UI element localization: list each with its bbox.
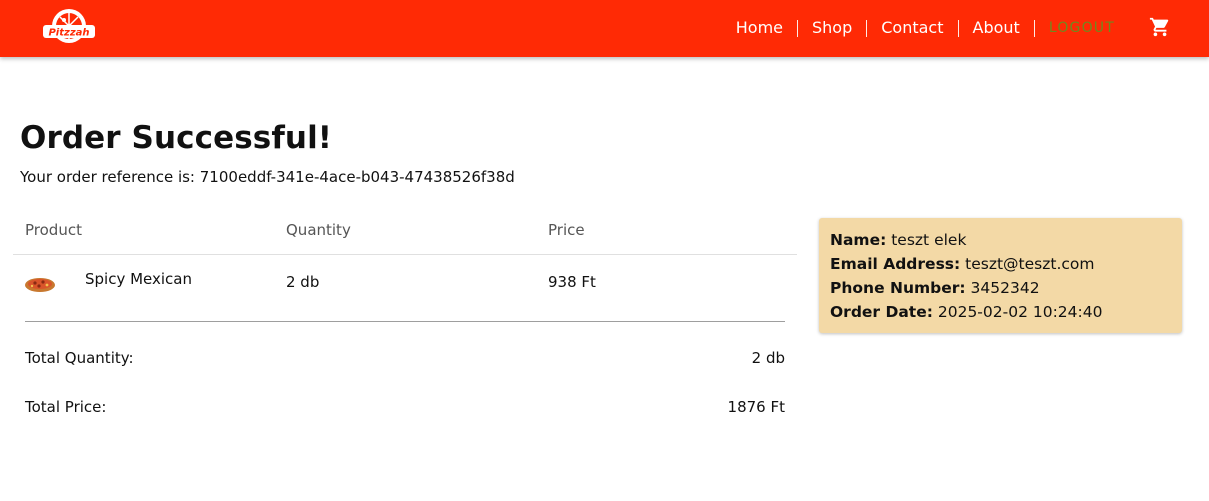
total-price-label: Total Price: <box>25 398 107 416</box>
order-date: Order Date: 2025-02-02 10:24:40 <box>830 303 1103 321</box>
page-title: Order Successful! <box>20 120 333 156</box>
header-quantity: Quantity <box>286 221 351 239</box>
total-quantity-label: Total Quantity: <box>25 349 134 367</box>
pitzzah-logo[interactable]: Pitzzah <box>40 6 98 48</box>
divider <box>25 321 785 322</box>
nav-shop[interactable]: Shop <box>798 19 866 37</box>
top-navbar: Pitzzah Home Shop Contact About LOGOUT <box>0 0 1209 57</box>
logo-text: Pitzzah <box>48 28 89 39</box>
nav-home[interactable]: Home <box>722 19 797 37</box>
product-name: Spicy Mexican <box>85 270 192 288</box>
total-quantity-value: 2 db <box>751 349 785 367</box>
customer-info-card: Name: teszt elek Email Address: teszt@te… <box>819 218 1182 333</box>
total-price-value: 1876 Ft <box>727 398 785 416</box>
customer-name: Name: teszt elek <box>830 231 967 249</box>
logout-button[interactable]: LOGOUT <box>1035 19 1129 37</box>
nav-separator <box>957 19 959 37</box>
customer-email: Email Address: teszt@teszt.com <box>830 255 1095 273</box>
nav-about[interactable]: About <box>959 19 1034 37</box>
order-reference: Your order reference is: 7100eddf-341e-4… <box>20 168 515 186</box>
total-quantity-row: Total Quantity: 2 db <box>25 349 785 367</box>
nav-menu: Home Shop Contact About LOGOUT <box>722 17 1209 39</box>
reference-label: Your order reference is: <box>20 168 195 186</box>
product-quantity: 2 db <box>286 273 320 291</box>
nav-separator <box>866 19 868 37</box>
pizza-thumbnail <box>25 278 55 292</box>
header-product: Product <box>25 221 82 239</box>
nav-separator <box>1033 19 1035 37</box>
shopping-cart-icon[interactable] <box>1149 16 1171 38</box>
nav-separator <box>797 19 798 37</box>
total-price-row: Total Price: 1876 Ft <box>25 398 785 416</box>
nav-contact[interactable]: Contact <box>867 19 957 37</box>
reference-value: 7100eddf-341e-4ace-b043-47438526f38d <box>199 168 515 186</box>
customer-phone: Phone Number: 3452342 <box>830 279 1040 297</box>
table-row: Spicy Mexican 2 db 938 Ft <box>13 256 797 306</box>
product-price: 938 Ft <box>548 273 596 291</box>
header-price: Price <box>548 221 585 239</box>
order-table-header: Product Quantity Price <box>13 219 797 255</box>
